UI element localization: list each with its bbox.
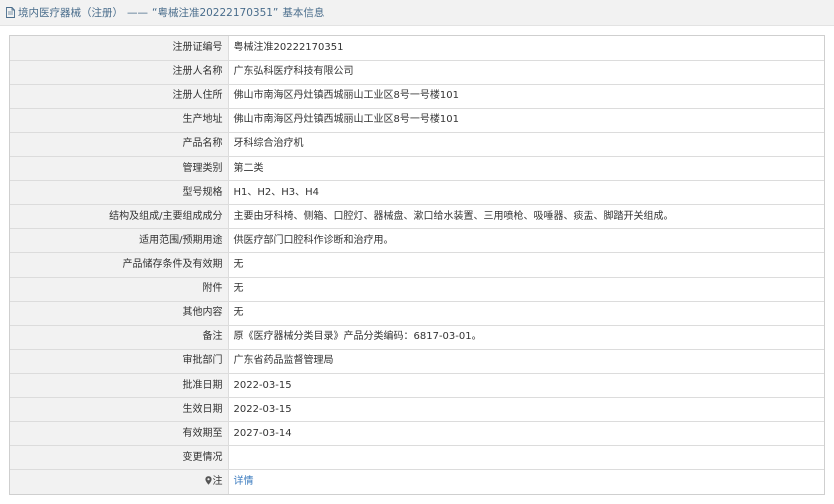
table-row-structure-composition: 结构及组成/主要组成成分 主要由牙科椅、侧箱、口腔灯、器械盘、漱口给水装置、三用喷… — [10, 204, 824, 230]
table-row-registration-number: 注册证编号 粤械注准20222170351 — [10, 36, 824, 61]
header-record-title: “粤械注准20222170351” — [152, 7, 279, 19]
info-table-body: 注册证编号 粤械注准20222170351 注册人名称 广东弘科医疗科技有限公司 注册人… — [10, 36, 824, 495]
row-label: 变更情况 — [10, 445, 229, 471]
header-dash: —— — [127, 6, 148, 19]
table-row-note: 注详情 — [10, 469, 824, 495]
table-row-remarks: 备注 原《医疗器械分类目录》产品分类编码：6817-03-01。 — [10, 324, 824, 350]
row-value: 主要由牙科椅、侧箱、口腔灯、器械盘、漱口给水装置、三用喷枪、吸唾器、痰盂、脚踏开… — [227, 204, 824, 230]
table-row-model-spec: 型号规格 H1、H2、H3、H4 — [10, 180, 824, 206]
details-link[interactable]: 详情 — [234, 476, 254, 487]
row-label: 生效日期 — [10, 397, 229, 423]
row-value — [227, 445, 824, 471]
row-value: 2022-03-15 — [227, 373, 824, 399]
row-label: 产品名称 — [10, 131, 229, 158]
row-value: H1、H2、H3、H4 — [227, 180, 824, 206]
info-table-frame: 注册证编号 粤械注准20222170351 注册人名称 广东弘科医疗科技有限公司 注册人… — [9, 35, 825, 495]
note-label: 注 — [212, 476, 223, 488]
table-row-production-address: 生产地址 佛山市南海区丹灶镇西城丽山工业区8号一号楼101 — [10, 107, 824, 133]
row-value: 供医疗部门口腔科作诊断和治疗用。 — [227, 228, 824, 254]
table-row-other-content: 其他内容无 — [10, 300, 824, 326]
row-label: 有效期至 — [10, 421, 229, 447]
row-label: 注册证编号 — [10, 36, 229, 61]
row-value: 牙科综合治疗机 — [227, 131, 824, 158]
row-label: 附件 — [10, 276, 229, 302]
row-label: 型号规格 — [10, 180, 229, 206]
row-value: 无 — [227, 252, 824, 278]
row-value: 佛山市南海区丹灶镇西城丽山工业区8号一号楼101 — [227, 83, 824, 109]
row-label: 备注 — [10, 324, 229, 350]
table-row-effective-date: 生效日期 2022-03-15 — [10, 397, 824, 423]
table-row-approval-date: 批准日期 2022-03-15 — [10, 373, 824, 399]
row-value: 粤械注准20222170351 — [227, 36, 824, 61]
row-label: 注册人住所 — [10, 83, 229, 109]
header-section: 境内医疗器械（注册） — [18, 7, 123, 19]
row-value: 原《医疗器械分类目录》产品分类编码：6817-03-01。 — [227, 324, 824, 350]
table-row-intended-use: 适用范围/预期用途 供医疗部门口腔科作诊断和治疗用。 — [10, 228, 824, 254]
row-value: 广东省药品监督管理局 — [227, 348, 824, 375]
row-value: 无 — [227, 276, 824, 302]
header-suffix: 基本信息 — [282, 7, 325, 19]
row-value-note: 详情 — [227, 469, 824, 495]
row-value: 2022-03-15 — [227, 397, 824, 423]
document-icon — [6, 7, 15, 18]
row-label: 产品储存条件及有效期 — [10, 252, 229, 278]
info-table: 注册证编号 粤械注准20222170351 注册人名称 广东弘科医疗科技有限公司 注册人… — [10, 36, 824, 495]
table-row-product-name: 产品名称 牙科综合治疗机 — [10, 131, 824, 158]
table-row-storage-conditions: 产品储存条件及有效期无 — [10, 252, 824, 278]
row-label: 其他内容 — [10, 300, 229, 326]
row-label: 注册人名称 — [10, 59, 229, 85]
table-row-expiry-date: 有效期至 2027-03-14 — [10, 421, 824, 447]
row-label: 批准日期 — [10, 373, 229, 399]
location-pin-icon — [204, 476, 212, 485]
table-row-accessories: 附件无 — [10, 276, 824, 302]
page: 境内医疗器械（注册） —— “粤械注准20222170351” 基本信息 注册证… — [0, 0, 834, 504]
table-row-approval-department: 审批部门 广东省药品监督管理局 — [10, 348, 824, 375]
row-value: 佛山市南海区丹灶镇西城丽山工业区8号一号楼101 — [227, 107, 824, 133]
page-header: 境内医疗器械（注册） —— “粤械注准20222170351” 基本信息 — [0, 0, 834, 26]
row-label: 审批部门 — [10, 348, 229, 375]
row-label: 适用范围/预期用途 — [10, 228, 229, 254]
row-value: 2027-03-14 — [227, 421, 824, 447]
table-row-change-history: 变更情况 — [10, 445, 824, 471]
row-value: 第二类 — [227, 156, 824, 182]
row-label-note: 注 — [10, 469, 229, 495]
row-label: 生产地址 — [10, 107, 229, 133]
row-value: 无 — [227, 300, 824, 326]
table-row-registrant-address: 注册人住所 佛山市南海区丹灶镇西城丽山工业区8号一号楼101 — [10, 83, 824, 109]
table-row-registrant-name: 注册人名称 广东弘科医疗科技有限公司 — [10, 59, 824, 85]
row-label: 结构及组成/主要组成成分 — [10, 204, 229, 230]
row-value: 广东弘科医疗科技有限公司 — [227, 59, 824, 85]
row-label: 管理类别 — [10, 156, 229, 182]
table-row-management-category: 管理类别 第二类 — [10, 156, 824, 182]
